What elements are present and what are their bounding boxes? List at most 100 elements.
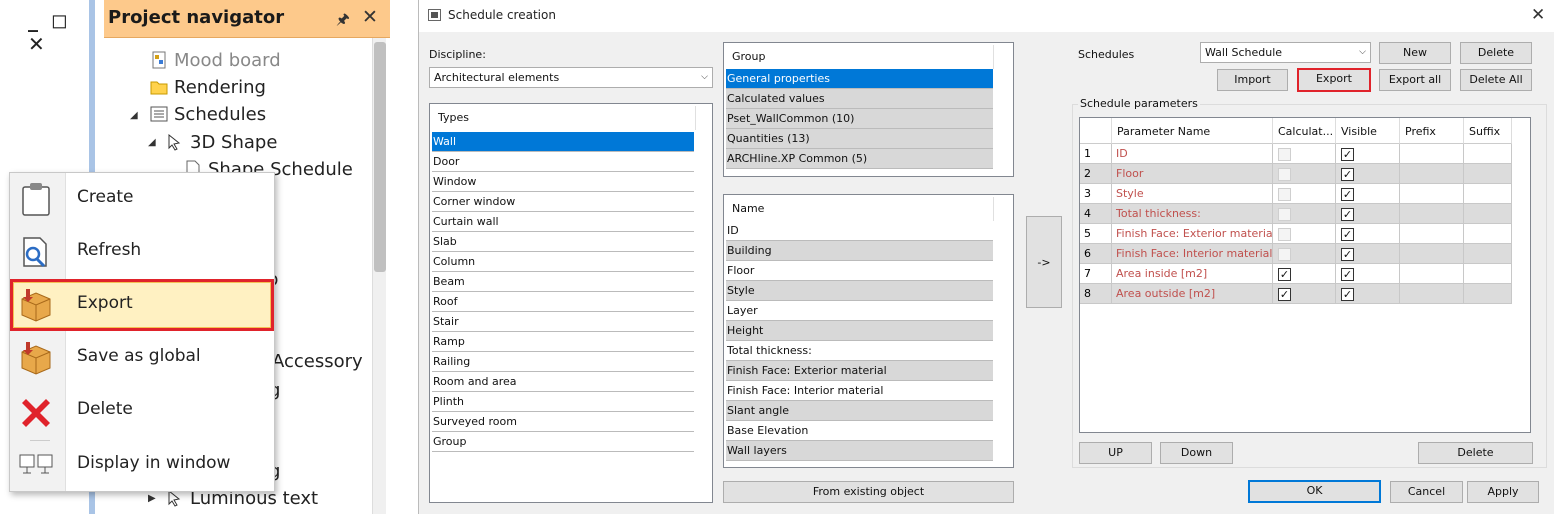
scrollbar-thumb[interactable] [374,42,386,272]
visible-checkbox[interactable]: ✓ [1341,168,1354,181]
export-button[interactable]: Export [1297,68,1371,92]
types-list-item[interactable]: Ramp [432,332,694,352]
parameter-row[interactable]: 8 Area outside [m2] ✓ ✓ [1080,284,1512,304]
types-list-item[interactable]: Surveyed room [432,412,694,432]
types-list-item[interactable]: Room and area [432,372,694,392]
name-list-item[interactable]: ID [726,221,993,241]
types-list-item[interactable]: Stair [432,312,694,332]
name-list-item[interactable]: Floor [726,261,993,281]
menu-item-display-in-window[interactable]: Display in window [10,439,274,491]
menu-item-export[interactable]: Export [10,279,274,331]
close-icon[interactable]: ✕ [1531,5,1545,25]
schedule-parameters-grid[interactable]: Parameter Name Calculat... Visible Prefi… [1079,117,1531,433]
ok-button[interactable]: OK [1248,480,1381,503]
prefix-cell[interactable] [1400,284,1464,304]
calculated-checkbox[interactable]: ✓ [1278,268,1291,281]
name-list-item[interactable]: Height [726,321,993,341]
export-all-button[interactable]: Export all [1379,69,1451,91]
group-list-item[interactable]: General properties [726,69,993,89]
types-list[interactable]: Types Wall Door Window Corner window Curtain… [429,103,713,503]
close-icon[interactable]: ✕ [362,6,378,28]
types-list-item[interactable]: Beam [432,272,694,292]
types-list-item[interactable]: Door [432,152,694,172]
name-list-item[interactable]: Finish Face: Exterior material [726,361,993,381]
types-list-item[interactable]: Roof [432,292,694,312]
import-button[interactable]: Import [1217,69,1288,91]
delete-schedule-button[interactable]: Delete [1460,42,1532,64]
group-list-item[interactable]: Pset_WallCommon (10) [726,109,993,129]
visible-checkbox[interactable]: ✓ [1341,228,1354,241]
prefix-cell[interactable] [1400,184,1464,204]
column-header-prefix[interactable]: Prefix [1400,118,1464,144]
suffix-cell[interactable] [1464,244,1512,264]
calculated-checkbox[interactable]: ✓ [1278,288,1291,301]
group-list-item[interactable]: Quantities (13) [726,129,993,149]
tree-item-schedules[interactable]: Schedules [150,104,266,125]
column-header-suffix[interactable]: Suffix [1464,118,1512,144]
types-list-item[interactable]: Column [432,252,694,272]
schedule-dropdown[interactable]: Wall Schedule ⌵ [1200,42,1371,63]
types-list-item[interactable]: Plinth [432,392,694,412]
tree-scrollbar[interactable] [372,38,386,514]
column-header-calculated[interactable]: Calculat... [1273,118,1336,144]
types-list-item[interactable]: Corner window [432,192,694,212]
apply-button[interactable]: Apply [1467,481,1539,503]
delete-all-button[interactable]: Delete All [1460,69,1532,91]
visible-checkbox[interactable]: ✓ [1341,288,1354,301]
parameter-name-cell[interactable]: Finish Face: Exterior material [1112,224,1273,244]
up-button[interactable]: UP [1079,442,1152,464]
types-list-item[interactable]: Wall [432,132,694,152]
parameter-row[interactable]: 4 Total thickness: ✓ [1080,204,1512,224]
menu-item-delete[interactable]: Delete [10,385,274,437]
visible-checkbox[interactable]: ✓ [1341,188,1354,201]
name-list-item[interactable]: Finish Face: Interior material [726,381,993,401]
tree-item-3d-shape[interactable]: 3D Shape [166,132,277,153]
prefix-cell[interactable] [1400,144,1464,164]
suffix-cell[interactable] [1464,184,1512,204]
parameter-row[interactable]: 5 Finish Face: Exterior material ✓ [1080,224,1512,244]
name-list-item[interactable]: Total thickness: [726,341,993,361]
suffix-cell[interactable] [1464,144,1512,164]
name-list-item[interactable]: Layer [726,301,993,321]
suffix-cell[interactable] [1464,164,1512,184]
parameter-row[interactable]: 7 Area inside [m2] ✓ ✓ [1080,264,1512,284]
new-button[interactable]: New [1379,42,1451,64]
down-button[interactable]: Down [1160,442,1233,464]
name-list-item[interactable]: Style [726,281,993,301]
name-list-item[interactable]: Wall layers [726,441,993,461]
expand-arrow-icon[interactable]: ▶ [148,493,156,504]
add-parameter-arrow-button[interactable]: -> [1026,216,1062,308]
parameter-name-cell[interactable]: Area inside [m2] [1112,264,1273,284]
parameter-name-cell[interactable]: Area outside [m2] [1112,284,1273,304]
group-list-item[interactable]: ARCHline.XP Common (5) [726,149,993,169]
menu-item-save-as-global[interactable]: Save as global [10,332,274,384]
cancel-button[interactable]: Cancel [1390,481,1463,503]
types-list-item[interactable]: Curtain wall [432,212,694,232]
parameter-name-cell[interactable]: Finish Face: Interior material [1112,244,1273,264]
parameter-row[interactable]: 6 Finish Face: Interior material ✓ [1080,244,1512,264]
group-list[interactable]: Group General properties Calculated value… [723,42,1014,177]
prefix-cell[interactable] [1400,224,1464,244]
menu-item-create[interactable]: Create [10,173,274,225]
suffix-cell[interactable] [1464,204,1512,224]
parameter-row[interactable]: 3 Style ✓ [1080,184,1512,204]
parameter-row[interactable]: 2 Floor ✓ [1080,164,1512,184]
discipline-dropdown[interactable]: Architectural elements ⌵ [429,67,713,88]
name-list-item[interactable]: Base Elevation [726,421,993,441]
delete-parameter-button[interactable]: Delete [1418,442,1533,464]
menu-item-refresh[interactable]: Refresh [10,226,274,278]
suffix-cell[interactable] [1464,264,1512,284]
types-list-item[interactable]: Slab [432,232,694,252]
column-header-visible[interactable]: Visible [1336,118,1400,144]
prefix-cell[interactable] [1400,244,1464,264]
visible-checkbox[interactable]: ✓ [1341,268,1354,281]
visible-checkbox[interactable]: ✓ [1341,148,1354,161]
parameter-name-cell[interactable]: ID [1112,144,1273,164]
pin-icon[interactable]: 🖈 [336,9,350,34]
name-list-item[interactable]: Slant angle [726,401,993,421]
prefix-cell[interactable] [1400,264,1464,284]
tree-item-rendering[interactable]: Rendering [150,77,266,98]
parameter-row[interactable]: 1 ID ✓ [1080,144,1512,164]
types-list-item[interactable]: Group [432,432,694,452]
tree-item-accessory[interactable]: Accessory [272,351,363,372]
